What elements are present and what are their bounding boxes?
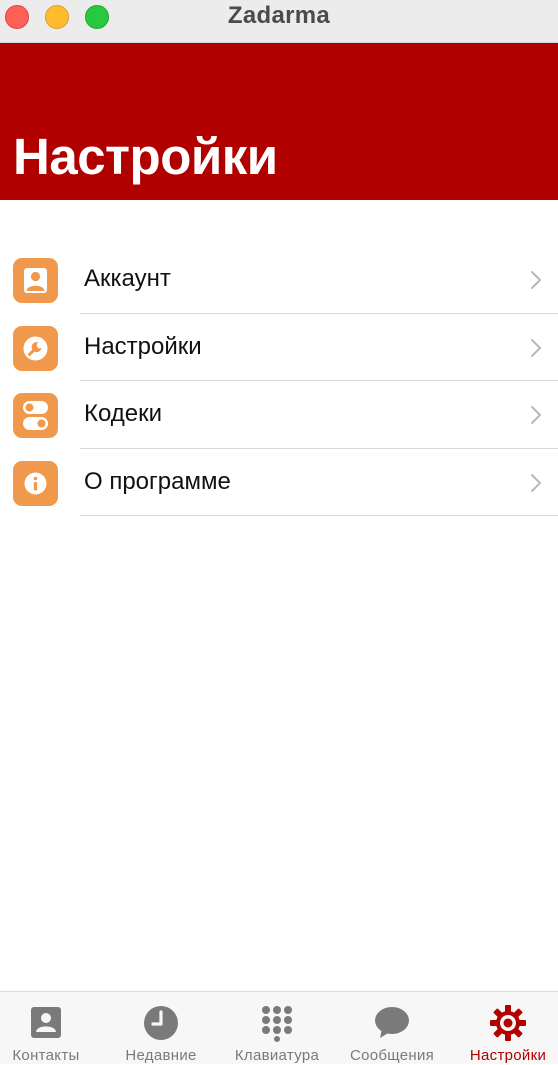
chevron-right-icon <box>531 271 541 289</box>
tab-recents[interactable]: Недавние <box>103 992 219 1065</box>
menu-item-label: Кодеки <box>84 400 163 427</box>
chat-bubble-icon <box>373 1004 411 1042</box>
page-title: Настройки <box>13 128 278 185</box>
gear-icon <box>489 1004 527 1042</box>
menu-item-codecs[interactable]: Кодеки <box>0 381 558 449</box>
menu-item-settings[interactable]: Настройки <box>0 314 558 381</box>
contact-card-icon <box>27 1004 65 1042</box>
tab-keypad[interactable]: Клавиатура <box>219 992 335 1065</box>
keypad-icon <box>258 1004 296 1042</box>
window-title: Zadarma <box>227 2 331 29</box>
chevron-right-icon <box>531 406 541 424</box>
menu-item-about[interactable]: О программе <box>0 449 558 516</box>
menu-item-label: Аккаунт <box>84 265 171 292</box>
page-header: Настройки <box>0 43 558 200</box>
window-title-bar: Zadarma <box>0 0 558 43</box>
divider <box>80 515 558 516</box>
tab-contacts[interactable]: Контакты <box>0 992 104 1065</box>
tab-bar: Контакты Недавние Клавиатура Сообщения Н… <box>0 991 558 1064</box>
menu-item-account[interactable]: Аккаунт <box>0 246 558 314</box>
settings-menu: Аккаунт Настройки Кодеки О программе <box>0 246 558 516</box>
tab-label: Настройки <box>469 1047 547 1064</box>
tab-messages[interactable]: Сообщения <box>334 992 450 1065</box>
clock-icon <box>142 1004 180 1042</box>
info-icon <box>13 460 58 506</box>
person-icon <box>13 258 58 303</box>
menu-item-label: Настройки <box>84 332 202 360</box>
menu-item-label: О программе <box>84 467 231 495</box>
tab-settings[interactable]: Настройки <box>450 992 558 1065</box>
chevron-right-icon <box>531 338 541 357</box>
chevron-right-icon <box>531 473 541 492</box>
toggles-icon <box>13 393 58 438</box>
wrench-icon <box>13 325 58 371</box>
